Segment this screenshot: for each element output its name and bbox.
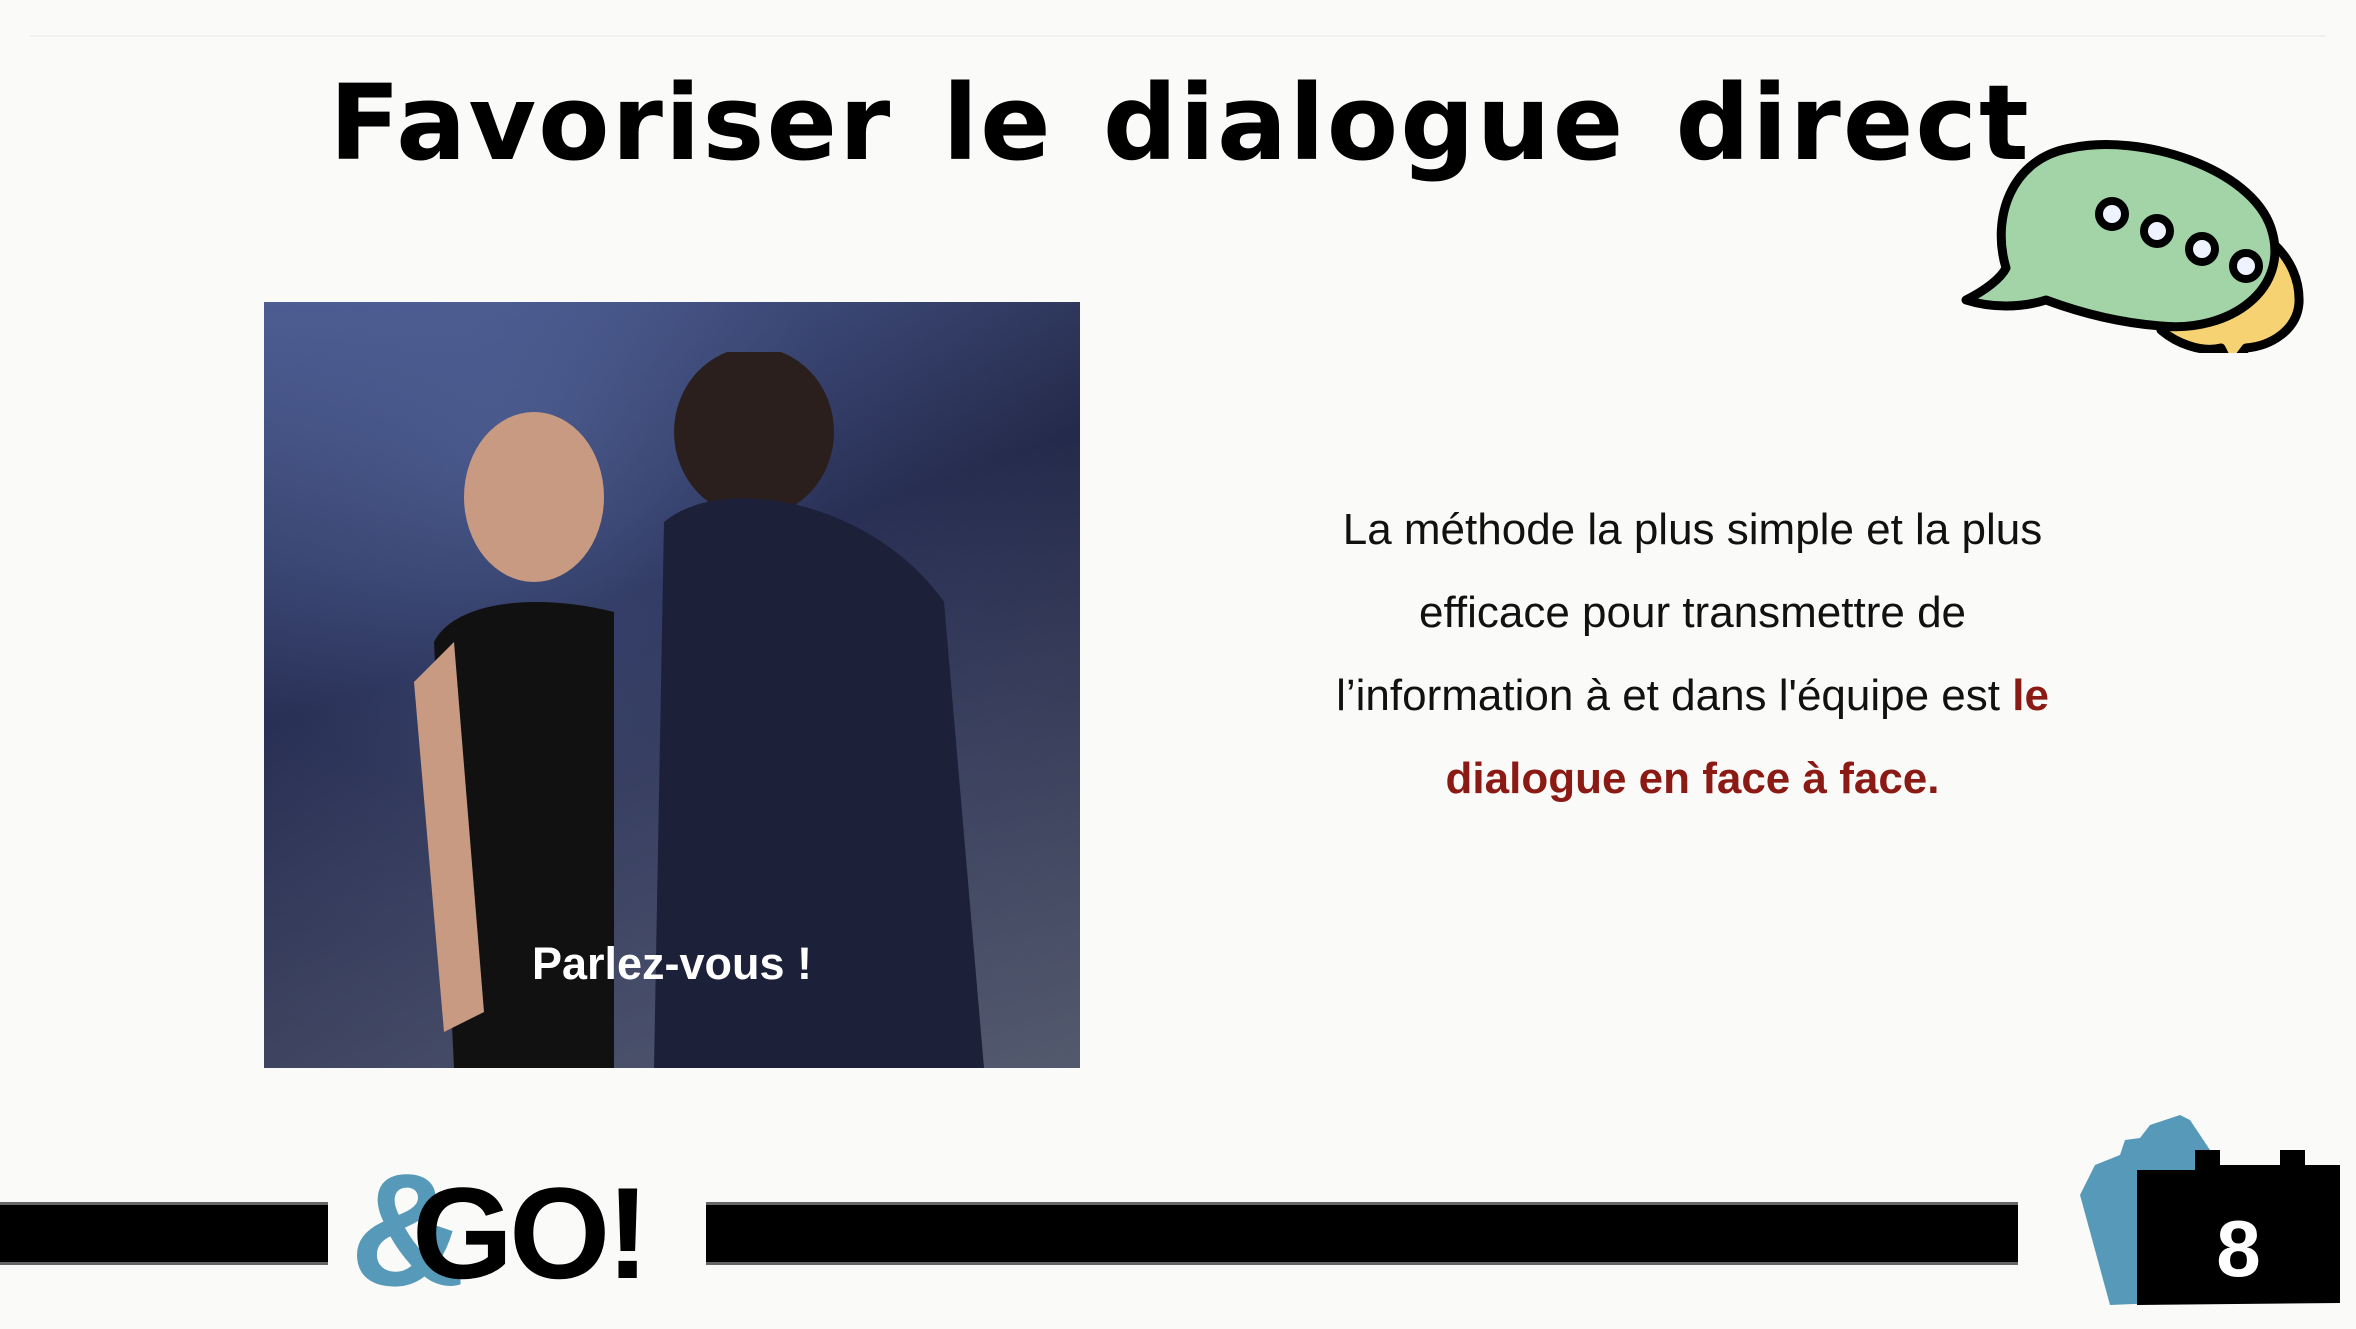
speech-bubbles-icon — [1961, 140, 2304, 353]
footer-bar-left — [0, 1202, 328, 1265]
andgo-logo: & GO! — [350, 1150, 650, 1305]
footer-bar-right — [706, 1202, 2018, 1265]
referee-coach-photo: Parlez-vous ! — [264, 302, 1080, 1068]
svg-text:GO!: GO! — [412, 1160, 646, 1305]
top-divider — [30, 35, 2326, 37]
body-text: La méthode la plus simple et la plus eff… — [1320, 488, 2065, 820]
slide-title: Favoriser le dialogue direct — [329, 62, 2031, 184]
body-text-main: La méthode la plus simple et la plus eff… — [1336, 505, 2043, 720]
image-caption: Parlez-vous ! — [531, 938, 813, 989]
page-number: 8 — [2216, 1204, 2261, 1293]
